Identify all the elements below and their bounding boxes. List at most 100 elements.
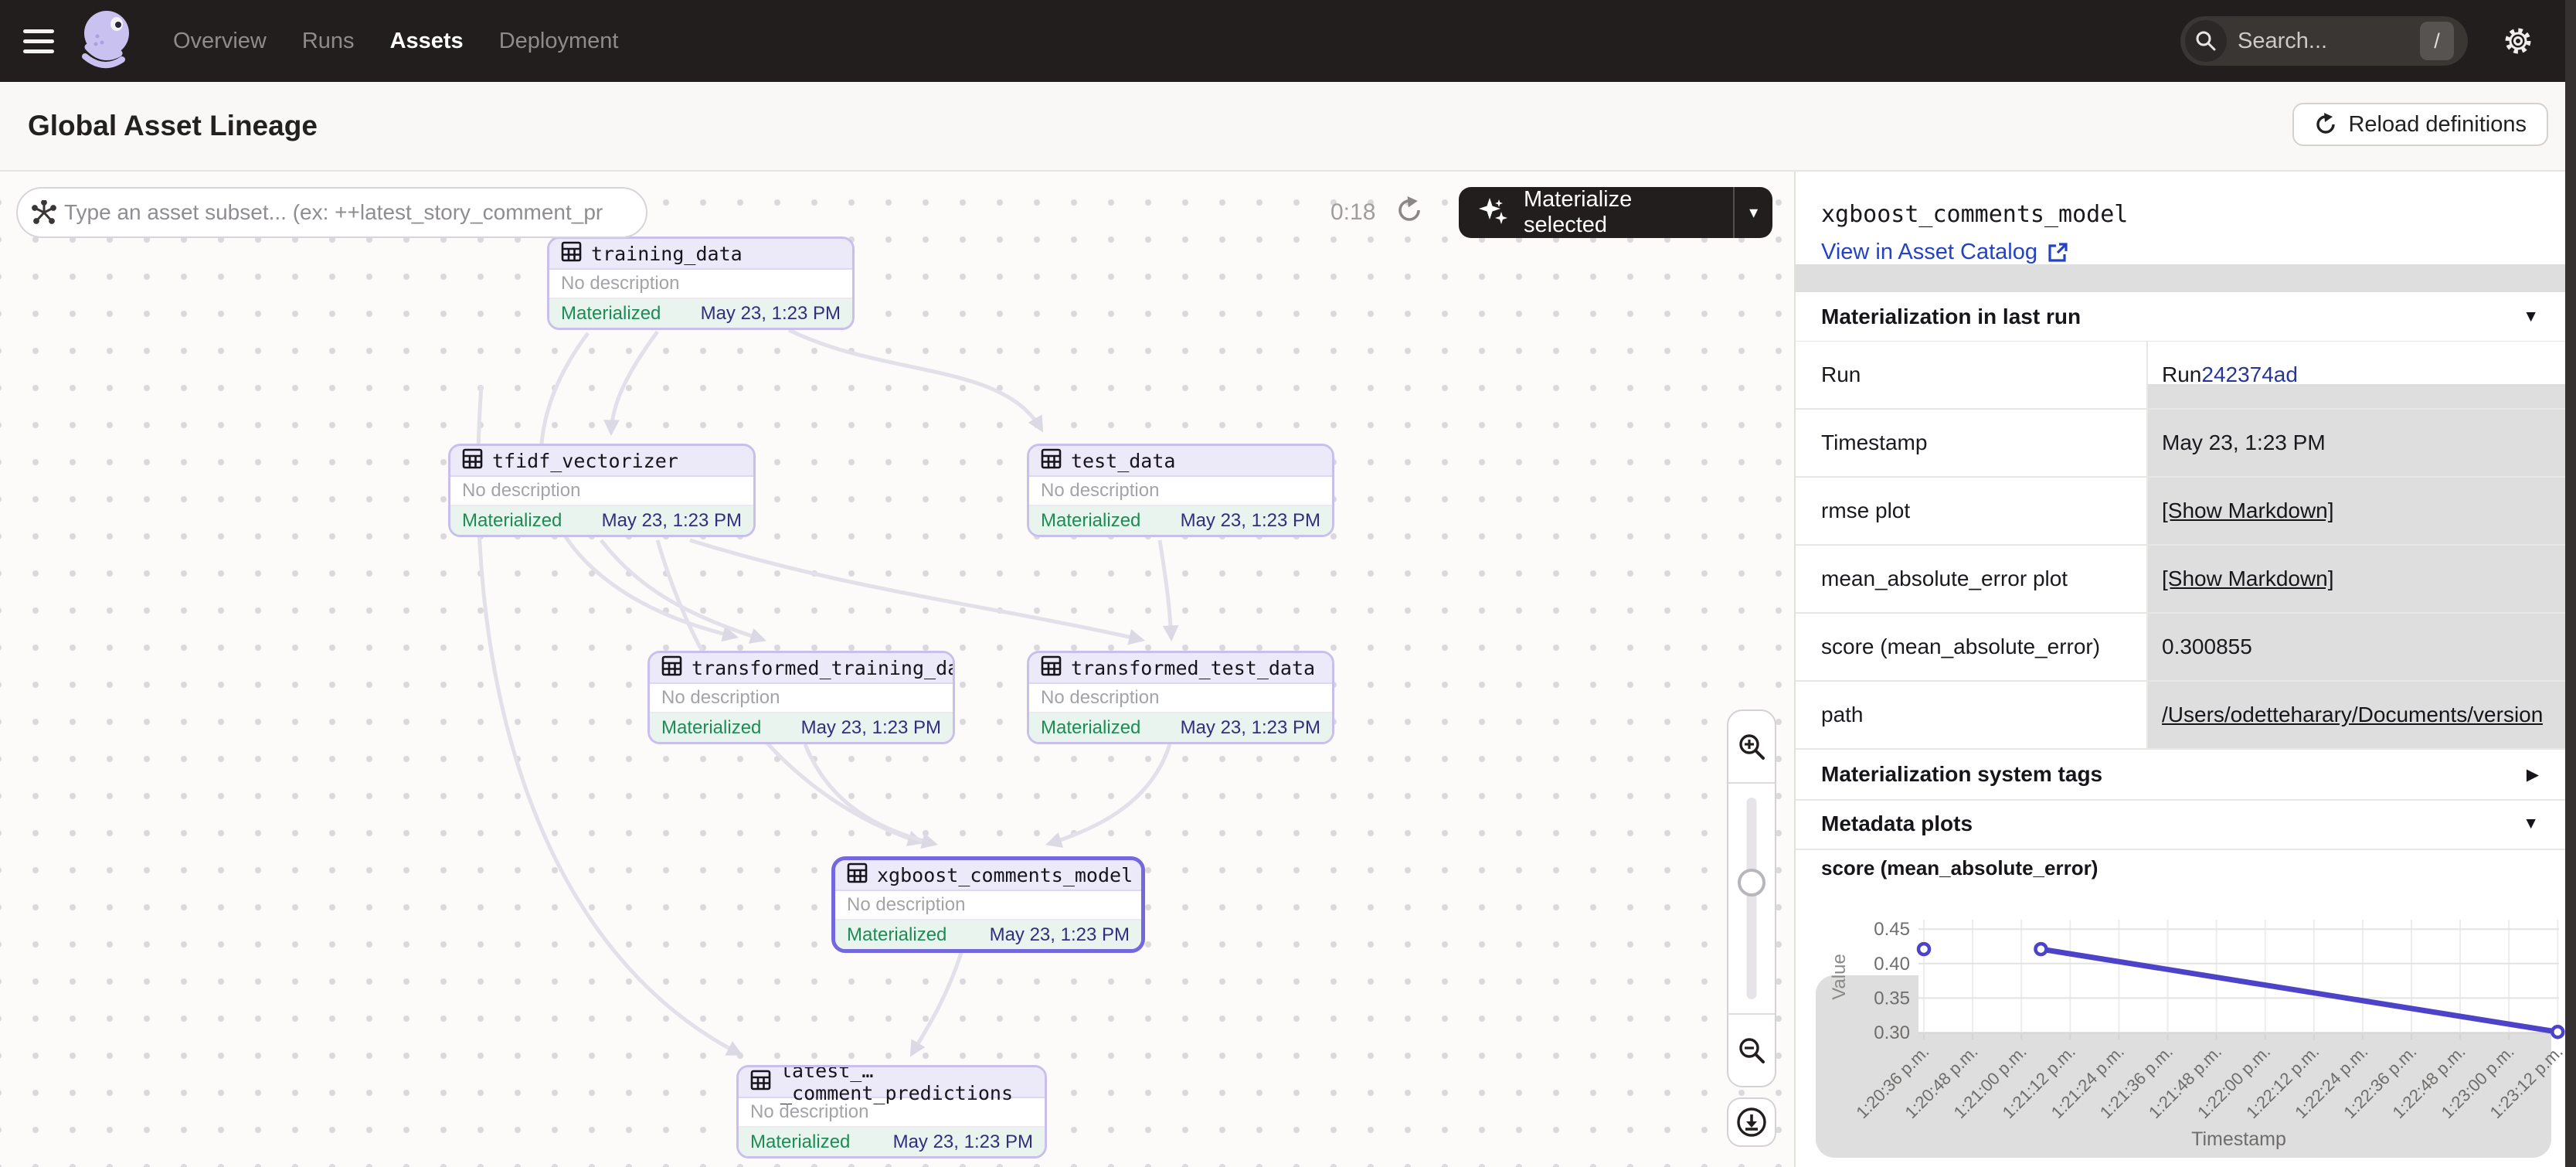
run-id-link[interactable]: 242374ad — [2201, 362, 2298, 387]
row-label: mean_absolute_error plot — [1796, 546, 2146, 612]
show-markdown-link[interactable]: [Show Markdown] — [2162, 566, 2334, 591]
materialization-date[interactable]: May 23, 1:23 PM — [1181, 510, 1320, 532]
download-graph-button[interactable] — [1727, 1097, 1776, 1147]
asset-name: xgboost_comments_model — [877, 864, 1133, 886]
materialize-selected-button[interactable]: Materialize selected ▾ — [1459, 187, 1772, 238]
asset-node-xgboost-comments-model[interactable]: xgboost_comments_model No description Ma… — [831, 856, 1145, 953]
page-scrollbar[interactable] — [2565, 0, 2576, 1167]
svg-text:Timestamp: Timestamp — [2191, 1128, 2286, 1150]
settings-gear-icon[interactable] — [2502, 25, 2534, 57]
nav-item-deployment[interactable]: Deployment — [499, 29, 619, 54]
row-value: [Show Markdown] — [2146, 546, 2567, 612]
refresh-icon — [2314, 113, 2337, 136]
status-badge: Materialized — [1041, 510, 1140, 532]
row-label: rmse plot — [1796, 478, 2146, 544]
asset-node-tfidf-vectorizer[interactable]: tfidf_vectorizer No description Material… — [448, 444, 756, 537]
asset-graph-icon — [32, 200, 56, 225]
zoom-controls — [1727, 709, 1776, 1087]
asset-description: No description — [1029, 477, 1332, 506]
global-search[interactable]: / — [2180, 16, 2468, 66]
nav-item-overview[interactable]: Overview — [173, 29, 267, 54]
row-label: Timestamp — [1796, 410, 2146, 476]
asset-lineage-graph[interactable]: 0:18 Materialize selected ▾ training_dat… — [0, 172, 1794, 1167]
svg-text:0.35: 0.35 — [1874, 988, 1910, 1009]
asset-name: training_data — [591, 243, 743, 265]
section-materialization-system-tags[interactable]: Materialization system tags ▶ — [1796, 750, 2567, 799]
asset-name: tfidf_vectorizer — [492, 450, 678, 472]
svg-text:0.45: 0.45 — [1874, 919, 1910, 940]
asset-description: No description — [835, 891, 1141, 920]
row-value: Run 242374ad — [2146, 342, 2567, 408]
nav-links: Overview Runs Assets Deployment — [173, 29, 618, 54]
table-icon — [661, 655, 682, 680]
zoom-slider-track[interactable] — [1747, 798, 1757, 999]
table-icon — [1041, 655, 1062, 680]
section-metadata-plots[interactable]: Metadata plots ▼ — [1796, 799, 2567, 849]
svg-text:0.30: 0.30 — [1874, 1022, 1910, 1043]
zoom-in-button[interactable] — [1728, 711, 1775, 784]
status-badge: Materialized — [750, 1131, 850, 1153]
asset-node-training-data[interactable]: training_data No description Materialize… — [547, 236, 855, 330]
asset-node-latest-comment-predictions[interactable]: latest_…_comment_predictions No descript… — [736, 1065, 1047, 1158]
asset-description: No description — [549, 270, 852, 299]
table-row-mae-plot: mean_absolute_error plot [Show Markdown] — [1796, 546, 2567, 614]
asset-node-transformed-training-data[interactable]: transformed_training_data No description… — [647, 651, 955, 744]
materialization-date[interactable]: May 23, 1:23 PM — [701, 303, 841, 325]
table-icon — [750, 1070, 771, 1094]
materialize-selected-label: Materialize selected — [1524, 187, 1716, 238]
materialization-date[interactable]: May 23, 1:23 PM — [801, 717, 941, 739]
update-flash-band — [1796, 264, 2565, 292]
asset-details-panel: xgboost_comments_model View in Asset Cat… — [1794, 172, 2576, 1167]
materialization-date[interactable]: May 23, 1:23 PM — [602, 510, 742, 532]
table-row-rmse-plot: rmse plot [Show Markdown] — [1796, 478, 2567, 546]
table-row-path: path /Users/odetteharary/Documents/versi… — [1796, 682, 2567, 750]
path-link[interactable]: /Users/odetteharary/Documents/version — [2162, 703, 2543, 727]
view-in-asset-catalog-link[interactable]: View in Asset Catalog — [1821, 240, 2068, 265]
materialization-date[interactable]: May 23, 1:23 PM — [893, 1131, 1033, 1153]
asset-filter-input[interactable] — [64, 200, 605, 225]
asset-node-transformed-test-data[interactable]: transformed_test_data No description Mat… — [1027, 651, 1334, 744]
status-badge: Materialized — [561, 303, 661, 325]
row-value: May 23, 1:23 PM — [2146, 410, 2567, 476]
metric-chart-title: score (mean_absolute_error) — [1821, 856, 2098, 880]
row-value: /Users/odetteharary/Documents/version — [2146, 682, 2567, 748]
graph-refresh-icon[interactable] — [1395, 196, 1423, 228]
search-input[interactable] — [2238, 29, 2384, 54]
row-label: Run — [1796, 342, 2146, 408]
status-badge: Materialized — [1041, 717, 1140, 739]
status-badge: Materialized — [661, 717, 761, 739]
zoom-slider-handle[interactable] — [1738, 869, 1765, 897]
show-markdown-link[interactable]: [Show Markdown] — [2162, 498, 2334, 523]
row-label: path — [1796, 682, 2146, 748]
svg-text:Value: Value — [1829, 954, 1850, 1000]
page-title: Global Asset Lineage — [28, 110, 318, 142]
asset-description: No description — [1029, 684, 1332, 713]
score-line-chart: 1:20:36 p.m.1:20:48 p.m.1:21:00 p.m.1:21… — [1796, 890, 2565, 1167]
reload-definitions-button[interactable]: Reload definitions — [2292, 103, 2548, 146]
metadata-table: Run Run 242374ad Timestamp May 23, 1:23 … — [1796, 342, 2567, 750]
row-label: score (mean_absolute_error) — [1796, 614, 2146, 680]
row-value: [Show Markdown] — [2146, 478, 2567, 544]
sparkles-icon — [1476, 195, 1511, 230]
materialize-options-caret[interactable]: ▾ — [1735, 202, 1772, 223]
table-row-score: score (mean_absolute_error) 0.300855 — [1796, 614, 2567, 682]
chevron-down-icon[interactable]: ▼ — [2523, 308, 2539, 326]
chevron-right-icon[interactable]: ▶ — [2527, 765, 2539, 784]
table-row-run: Run Run 242374ad — [1796, 342, 2567, 410]
materialization-date[interactable]: May 23, 1:23 PM — [1181, 717, 1320, 739]
top-nav: Overview Runs Assets Deployment / — [0, 0, 2576, 82]
section-materialization-in-last-run[interactable]: Materialization in last run ▼ — [1796, 292, 2567, 342]
menu-icon[interactable] — [23, 23, 54, 60]
nav-item-assets[interactable]: Assets — [390, 29, 464, 54]
chevron-down-icon[interactable]: ▼ — [2523, 815, 2539, 833]
nav-item-runs[interactable]: Runs — [302, 29, 355, 54]
svg-text:0.40: 0.40 — [1874, 954, 1910, 975]
asset-node-test-data[interactable]: test_data No description MaterializedMay… — [1027, 444, 1334, 537]
asset-description: No description — [450, 477, 753, 506]
refresh-timer: 0:18 — [1330, 199, 1392, 226]
asset-name: latest_…_comment_predictions — [780, 1065, 1033, 1104]
dagster-logo-icon[interactable] — [76, 9, 136, 74]
zoom-out-button[interactable] — [1728, 1013, 1775, 1086]
materialization-date[interactable]: May 23, 1:23 PM — [990, 924, 1130, 946]
search-icon — [2185, 20, 2227, 62]
